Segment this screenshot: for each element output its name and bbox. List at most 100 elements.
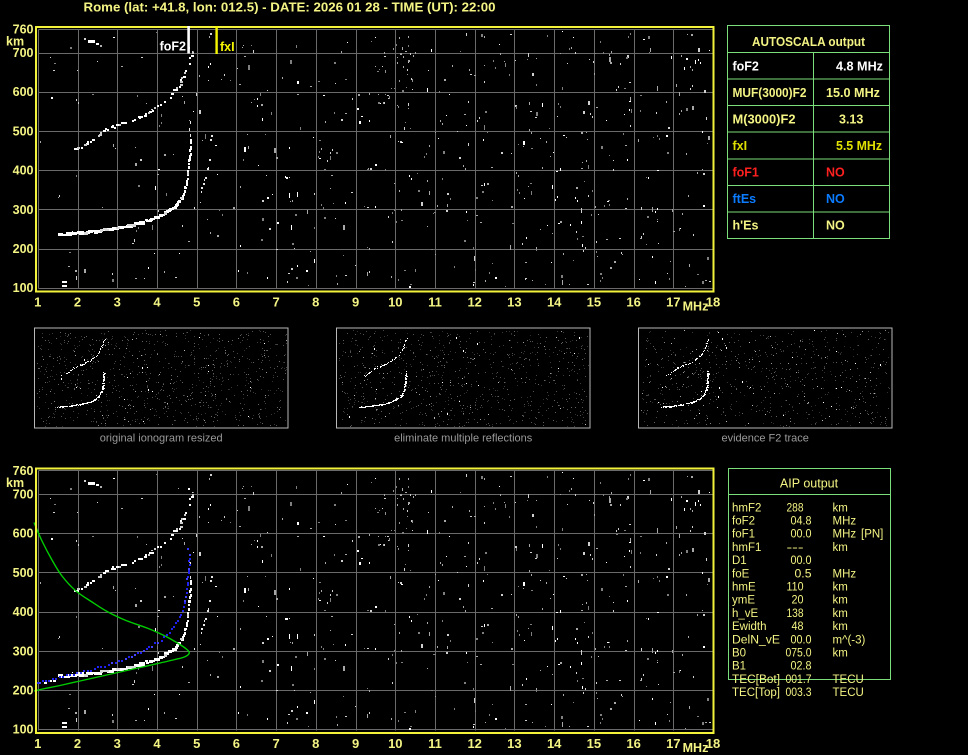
svg-text:12: 12 bbox=[467, 294, 481, 309]
svg-text:100: 100 bbox=[13, 281, 34, 295]
svg-text:500: 500 bbox=[13, 124, 34, 138]
svg-text:20: 20 bbox=[792, 595, 804, 607]
svg-text:NO: NO bbox=[826, 166, 845, 180]
svg-text:MHz: MHz bbox=[833, 516, 857, 528]
svg-text:D1: D1 bbox=[732, 555, 747, 567]
svg-text:400: 400 bbox=[13, 164, 34, 178]
svg-text:12: 12 bbox=[467, 736, 481, 751]
svg-text:km: km bbox=[833, 582, 848, 594]
svg-text:11: 11 bbox=[428, 294, 442, 309]
svg-text:04.8: 04.8 bbox=[791, 516, 812, 528]
svg-text:001.7: 001.7 bbox=[786, 674, 812, 686]
svg-text:ymE: ymE bbox=[732, 595, 755, 607]
svg-text:3.13: 3.13 bbox=[839, 112, 863, 126]
svg-text:4: 4 bbox=[153, 294, 161, 309]
svg-text:km: km bbox=[833, 502, 848, 514]
svg-text:TECU: TECU bbox=[833, 674, 864, 686]
svg-text:TEC[Bot]: TEC[Bot] bbox=[732, 674, 780, 686]
svg-text:0.5: 0.5 bbox=[795, 568, 812, 580]
svg-text:17: 17 bbox=[666, 736, 680, 751]
svg-text:h_vE: h_vE bbox=[732, 608, 759, 620]
svg-text:evidence F2 trace: evidence F2 trace bbox=[721, 433, 808, 445]
svg-text:500: 500 bbox=[13, 566, 34, 580]
svg-text:AIP output: AIP output bbox=[780, 476, 839, 490]
svg-text:fxI: fxI bbox=[220, 40, 235, 54]
svg-text:15.0 MHz: 15.0 MHz bbox=[826, 86, 880, 100]
svg-text:[PN]: [PN] bbox=[861, 529, 883, 541]
svg-text:11: 11 bbox=[428, 736, 442, 751]
svg-text:13: 13 bbox=[507, 736, 521, 751]
svg-text:13: 13 bbox=[507, 294, 521, 309]
svg-text:200: 200 bbox=[13, 242, 34, 256]
svg-text:00.0: 00.0 bbox=[791, 529, 812, 541]
svg-text:003.3: 003.3 bbox=[786, 687, 812, 699]
svg-text:AUTOSCALA output: AUTOSCALA output bbox=[752, 35, 866, 49]
svg-text:5: 5 bbox=[193, 294, 200, 309]
svg-text:M(3000)F2: M(3000)F2 bbox=[733, 112, 796, 126]
svg-text:300: 300 bbox=[13, 644, 34, 658]
svg-text:foF1: foF1 bbox=[732, 529, 755, 541]
svg-text:MHz: MHz bbox=[683, 741, 709, 755]
svg-text:14: 14 bbox=[547, 294, 562, 309]
svg-text:foE: foE bbox=[732, 568, 750, 580]
svg-text:10: 10 bbox=[388, 736, 402, 751]
svg-text:km: km bbox=[833, 608, 848, 620]
svg-text:hmF2: hmF2 bbox=[732, 502, 761, 514]
svg-text:h'Es: h'Es bbox=[733, 219, 759, 233]
svg-text:100: 100 bbox=[13, 723, 34, 737]
svg-text:600: 600 bbox=[13, 527, 34, 541]
svg-text:9: 9 bbox=[352, 736, 359, 751]
svg-text:km: km bbox=[833, 648, 848, 660]
svg-text:4.8 MHz: 4.8 MHz bbox=[836, 59, 883, 73]
svg-text:288: 288 bbox=[787, 502, 804, 514]
svg-text:3: 3 bbox=[114, 736, 121, 751]
svg-text:km: km bbox=[833, 595, 848, 607]
svg-text:2: 2 bbox=[74, 736, 81, 751]
svg-text:400: 400 bbox=[13, 605, 34, 619]
svg-text:7: 7 bbox=[272, 736, 279, 751]
svg-text:14: 14 bbox=[547, 736, 562, 751]
svg-text:9: 9 bbox=[352, 294, 359, 309]
svg-text:16: 16 bbox=[626, 736, 640, 751]
svg-text:km: km bbox=[6, 476, 24, 490]
svg-text:5.5 MHz: 5.5 MHz bbox=[836, 139, 882, 153]
svg-text:hmF1: hmF1 bbox=[732, 542, 761, 554]
svg-text:NO: NO bbox=[826, 192, 845, 206]
svg-text:16: 16 bbox=[626, 294, 640, 309]
svg-text:00.0: 00.0 bbox=[791, 634, 812, 646]
svg-text:300: 300 bbox=[13, 203, 34, 217]
svg-text:138: 138 bbox=[787, 608, 804, 620]
svg-text:15: 15 bbox=[587, 294, 601, 309]
svg-text:TECU: TECU bbox=[833, 687, 864, 699]
svg-text:NO: NO bbox=[826, 219, 845, 233]
svg-text:1: 1 bbox=[34, 736, 41, 751]
svg-text:foF2: foF2 bbox=[733, 59, 759, 73]
svg-text:48: 48 bbox=[792, 621, 804, 633]
svg-text:hmE: hmE bbox=[732, 582, 756, 594]
svg-text:15: 15 bbox=[587, 736, 601, 751]
svg-text:3: 3 bbox=[114, 294, 121, 309]
svg-text:MHz: MHz bbox=[833, 568, 857, 580]
svg-text:7: 7 bbox=[272, 294, 279, 309]
svg-text:ftEs: ftEs bbox=[733, 192, 757, 206]
svg-text:original ionogram resized: original ionogram resized bbox=[100, 433, 223, 445]
svg-text:m^(-3): m^(-3) bbox=[833, 634, 866, 646]
svg-text:MHz: MHz bbox=[833, 529, 857, 541]
svg-text:foF2: foF2 bbox=[732, 516, 755, 528]
svg-text:6: 6 bbox=[233, 294, 240, 309]
svg-text:4: 4 bbox=[153, 736, 161, 751]
svg-text:1: 1 bbox=[34, 294, 41, 309]
svg-text:B0: B0 bbox=[732, 648, 746, 660]
svg-text:DelN_vE: DelN_vE bbox=[732, 634, 780, 646]
svg-text:B1: B1 bbox=[732, 661, 746, 673]
svg-text:10: 10 bbox=[388, 294, 402, 309]
svg-text:2: 2 bbox=[74, 294, 81, 309]
svg-text:TEC[Top]: TEC[Top] bbox=[732, 687, 780, 699]
svg-text:km: km bbox=[833, 621, 848, 633]
svg-text:fxI: fxI bbox=[733, 139, 748, 153]
svg-text:km: km bbox=[6, 35, 24, 49]
svg-text:110: 110 bbox=[787, 582, 804, 594]
svg-text:Rome (lat: +41.8, lon: 012.5): Rome (lat: +41.8, lon: 012.5) - DATE: 20… bbox=[84, 1, 496, 15]
svg-text:8: 8 bbox=[312, 294, 319, 309]
svg-text:MHz: MHz bbox=[683, 299, 709, 313]
